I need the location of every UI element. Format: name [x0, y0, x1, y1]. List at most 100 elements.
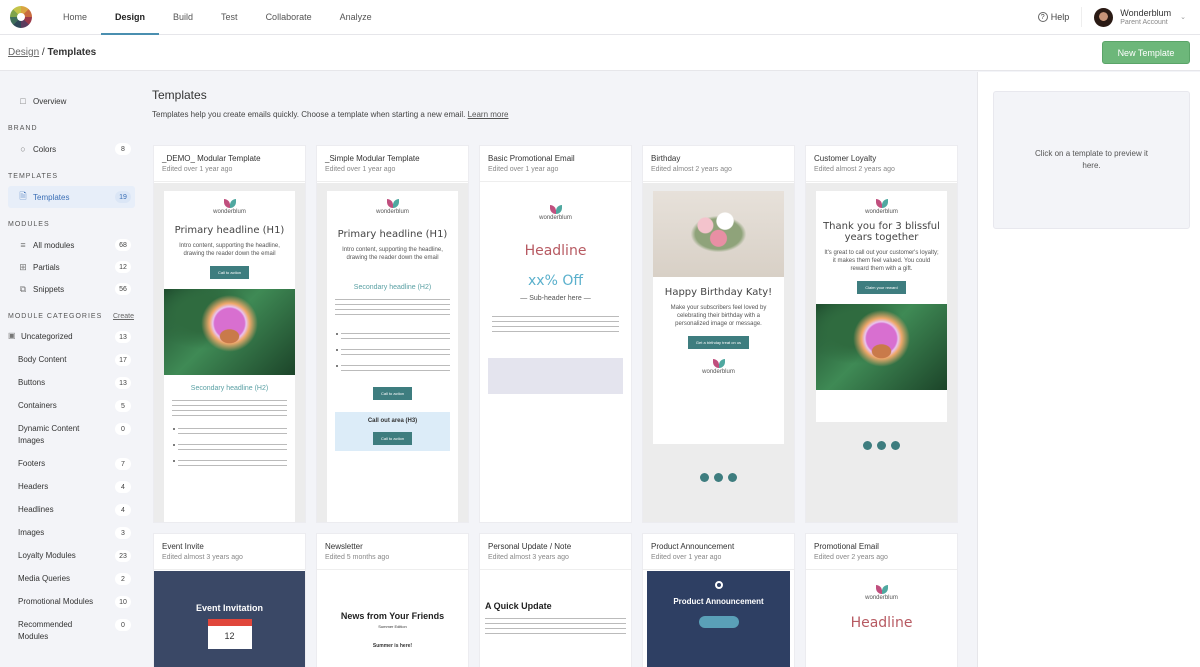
count-badge: 3 [115, 527, 131, 539]
nav-collaborate[interactable]: Collaborate [252, 0, 326, 35]
template-card[interactable]: Birthday Edited almost 2 years ago Happy… [642, 145, 795, 523]
sidebar-item-label: Partials [33, 262, 60, 272]
sidebar-item-templates[interactable]: 🗎 Templates 19 [8, 186, 135, 208]
twitter-icon [700, 473, 709, 482]
page-header: Design / Templates New Template [0, 35, 1200, 71]
account-menu[interactable]: Wonderblum Parent Account ⌄ [1082, 7, 1200, 27]
template-card[interactable]: Event Invite Edited almost 3 years ago E… [153, 533, 306, 667]
template-edited: Edited almost 2 years ago [651, 166, 732, 173]
learn-more-link[interactable]: Learn more [468, 110, 509, 119]
template-card[interactable]: _Simple Modular Template Edited over 1 y… [316, 145, 469, 523]
thumb-bullet [173, 426, 287, 436]
brand-logo-icon [875, 199, 888, 208]
page-title: Templates [152, 88, 207, 102]
module-categories-heading: MODULE CATEGORIES Create [8, 313, 145, 320]
template-title: _Simple Modular Template [325, 154, 420, 163]
brand-logo-icon [549, 205, 562, 214]
template-thumbnail: wonderblum Primary headline (H1) Intro c… [154, 183, 305, 522]
thumb-headline: Thank you for 3 blissful years together [823, 221, 940, 243]
instagram-icon [891, 441, 900, 450]
count-badge: 0 [115, 423, 131, 435]
category-images[interactable]: Images 3 [18, 522, 135, 544]
count-badge: 5 [115, 400, 131, 412]
count-badge: 13 [115, 377, 131, 389]
count-badge: 12 [115, 261, 131, 273]
thumb-bullet [173, 458, 287, 468]
template-card[interactable]: Product Announcement Edited over 1 year … [642, 533, 795, 667]
create-category-link[interactable]: Create [113, 313, 134, 320]
sidebar-item-partials[interactable]: ⊞ Partials 12 [8, 256, 135, 278]
brand-name: wonderblum [865, 595, 898, 601]
nav-design[interactable]: Design [101, 0, 160, 35]
social-icons [806, 441, 957, 450]
inbox-icon: ▣ [8, 331, 16, 340]
nav-build[interactable]: Build [159, 0, 207, 35]
brand-logo-icon [712, 359, 725, 368]
nav-test[interactable]: Test [207, 0, 252, 35]
template-card[interactable]: Customer Loyalty Edited almost 2 years a… [805, 145, 958, 523]
template-card[interactable]: Personal Update / Note Edited almost 3 y… [479, 533, 632, 667]
thumb-bullet [336, 363, 450, 373]
calendar-day: 12 [224, 631, 235, 641]
category-headers[interactable]: Headers 4 [18, 476, 135, 498]
nav-analyze[interactable]: Analyze [326, 0, 386, 35]
template-card[interactable]: _DEMO_ Modular Template Edited over 1 ye… [153, 145, 306, 523]
thumb-body-text [172, 398, 287, 420]
category-footers[interactable]: Footers 7 [18, 453, 135, 475]
category-buttons[interactable]: Buttons 13 [18, 372, 135, 394]
thumb-headline: A Quick Update [485, 601, 552, 611]
category-dynamic-content-images[interactable]: Dynamic Content Images 0 [18, 418, 135, 452]
template-thumbnail: wonderblum Headline [806, 571, 957, 667]
template-card[interactable]: Newsletter Edited 5 months ago News from… [316, 533, 469, 667]
category-recommended-modules[interactable]: Recommended Modules 0 [18, 614, 135, 648]
category-label: Recommended Modules [18, 620, 73, 641]
template-card[interactable]: Promotional Email Edited over 2 years ag… [805, 533, 958, 667]
category-label: Headers [18, 482, 49, 491]
sidebar-item-all-modules[interactable]: ≡ All modules 68 [8, 234, 135, 256]
category-label: Containers [18, 401, 57, 410]
brand-logo-icon [223, 199, 236, 208]
template-title: Newsletter [325, 542, 363, 551]
count-badge: 68 [115, 239, 131, 251]
help-icon: ? [1037, 12, 1048, 22]
category-body-content[interactable]: Body Content 17 [18, 349, 135, 371]
sidebar-item-overview[interactable]: □ Overview [8, 90, 135, 112]
count-badge: 19 [115, 191, 131, 203]
thumb-intro: Intro content, supporting the headline, … [179, 243, 280, 257]
template-title: Basic Promotional Email [488, 154, 575, 163]
thumb-body: Summer is here! [372, 643, 413, 649]
count-badge: 8 [115, 143, 131, 155]
template-thumbnail: Happy Birthday Katy! Make your subscribe… [643, 183, 794, 522]
help-button[interactable]: ? Help [1037, 7, 1083, 27]
app-logo[interactable] [10, 6, 32, 28]
nav-home[interactable]: Home [49, 0, 101, 35]
facebook-icon [714, 473, 723, 482]
sidebar-item-snippets[interactable]: ⧉ Snippets 56 [8, 278, 135, 300]
thumb-headline: News from Your Friends [340, 611, 445, 621]
category-headlines[interactable]: Headlines 4 [18, 499, 135, 521]
thumb-headline: Event Invitation [195, 603, 263, 613]
breadcrumb-design[interactable]: Design [8, 47, 39, 58]
thumb-cta: Call to action [372, 432, 413, 445]
thumb-body-text [485, 616, 626, 638]
category-loyalty-modules[interactable]: Loyalty Modules 23 [18, 545, 135, 567]
category-promotional-modules[interactable]: Promotional Modules 10 [18, 591, 135, 613]
category-media-queries[interactable]: Media Queries 2 [18, 568, 135, 590]
breadcrumb-current: Templates [47, 47, 97, 58]
template-edited: Edited 5 months ago [325, 554, 390, 561]
category-containers[interactable]: Containers 5 [18, 395, 135, 417]
thumb-subheadline: Secondary headline (H2) [190, 385, 269, 392]
template-card[interactable]: Basic Promotional Email Edited over 1 ye… [479, 145, 632, 523]
preview-panel: Click on a template to preview it here. [977, 72, 1200, 667]
thumb-bullet [336, 331, 450, 341]
new-template-button[interactable]: New Template [1102, 41, 1190, 64]
thumb-headline: Primary headline (H1) [174, 225, 285, 236]
sidebar-item-colors[interactable]: ○ Colors 8 [8, 138, 135, 160]
template-edited: Edited over 1 year ago [325, 166, 396, 173]
thumb-cta: Get a birthday treat on us [687, 336, 750, 349]
thumb-cta: Call to action [209, 266, 250, 279]
template-title: Personal Update / Note [488, 542, 572, 551]
category-uncategorized[interactable]: ▣ Uncategorized 13 [8, 326, 135, 348]
thumb-body-text [492, 314, 619, 336]
thumb-subheadline: Secondary headline (H2) [353, 284, 432, 291]
